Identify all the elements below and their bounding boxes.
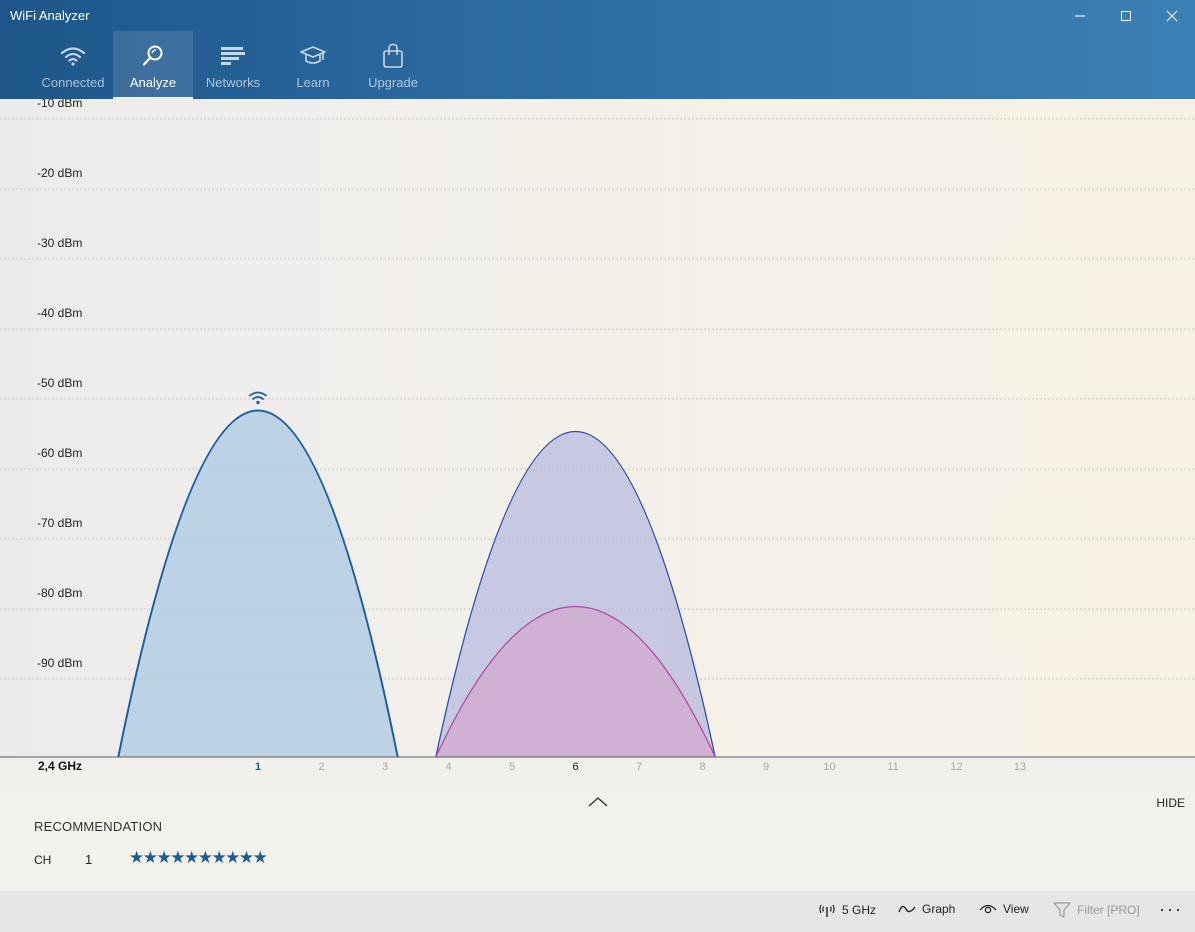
tab-label: Connected: [41, 75, 105, 90]
graph-label: Graph: [922, 902, 956, 916]
x-tick-label: 3: [382, 761, 388, 773]
y-tick-label: -80 dBm: [37, 586, 82, 600]
x-tick-label: 9: [763, 761, 769, 773]
tab-label: Networks: [205, 75, 261, 90]
recommendation-star-rating: ★★★★★★★★★★: [129, 848, 268, 867]
eye-icon: [979, 902, 997, 916]
minimize-button[interactable]: [1057, 0, 1103, 32]
close-button[interactable]: [1149, 0, 1195, 32]
recommendation-panel: HIDE RECOMMENDATION CH 1 ★★★★★★★★★★: [0, 789, 1195, 891]
x-tick-label: 5: [509, 761, 515, 773]
y-tick-label: -60 dBm: [37, 446, 82, 460]
x-tick-label: 13: [1014, 761, 1026, 773]
x-tick-label: 12: [950, 761, 962, 773]
tab-label: Analyze: [129, 75, 177, 90]
hide-button[interactable]: HIDE: [1156, 796, 1185, 810]
graph-button[interactable]: Graph: [898, 902, 955, 916]
magnifier-icon: [140, 43, 166, 69]
tab-upgrade[interactable]: Upgrade: [353, 31, 433, 99]
x-tick-label: 8: [699, 761, 705, 773]
filter-button[interactable]: Filter [PRO]: [1053, 902, 1140, 918]
connected-wifi-icon: [249, 391, 267, 405]
funnel-icon: [1053, 902, 1071, 918]
command-bar: 5 GHz Graph View Filter [PRO] ···: [0, 891, 1195, 932]
tab-analyze[interactable]: Analyze: [113, 31, 193, 99]
channel-graph-svg: -10 dBm -20 dBm -30 dBm -40 dBm -50 dBm -60 d…: [0, 99, 1195, 789]
y-tick-label: -30 dBm: [37, 236, 82, 250]
more-button[interactable]: ···: [1159, 899, 1183, 920]
antenna-icon: [818, 902, 836, 918]
x-tick-label: 4: [445, 761, 451, 773]
y-tick-label: -40 dBm: [37, 306, 82, 320]
x-tick-label: 6: [572, 761, 578, 773]
tab-networks[interactable]: Networks: [193, 31, 273, 99]
shopping-bag-icon: [380, 43, 406, 69]
tab-label: Upgrade: [368, 75, 418, 90]
filter-label: Filter [PRO]: [1077, 903, 1140, 917]
graduation-cap-icon: [300, 43, 326, 69]
list-icon: [220, 43, 246, 69]
collapse-button[interactable]: [586, 793, 610, 809]
x-tick-label: 2: [318, 761, 324, 773]
view-label: View: [1003, 902, 1029, 916]
wifi-arc: [249, 391, 267, 397]
x-tick-label: 10: [823, 761, 835, 773]
y-tick-label: -50 dBm: [37, 376, 82, 390]
close-icon: [1166, 10, 1178, 22]
maximize-button[interactable]: [1103, 0, 1149, 32]
y-tick-label: -70 dBm: [37, 516, 82, 530]
x-tick-label: 1: [255, 761, 261, 773]
title-bar: WiFi Analyzer Connected Analyze Networks…: [0, 0, 1195, 99]
recommendation-title: RECOMMENDATION: [34, 819, 163, 834]
tab-connected[interactable]: Connected: [33, 31, 113, 99]
wave-icon: [898, 902, 916, 916]
minimize-icon: [1075, 15, 1085, 17]
maximize-icon: [1121, 11, 1131, 21]
chevron-up-icon: [588, 797, 608, 807]
recommendation-channel-value: 1: [85, 852, 93, 867]
wifi-icon: [60, 43, 86, 69]
tab-label: Learn: [296, 75, 330, 90]
band-toggle-label: 5 GHz: [842, 903, 877, 917]
band-label: 2,4 GHz: [38, 759, 82, 773]
main-nav: Connected Analyze Networks Learn Upgrade: [33, 31, 433, 99]
y-tick-label: -20 dBm: [37, 166, 82, 180]
y-tick-label: -10 dBm: [37, 99, 82, 110]
y-tick-label: -90 dBm: [37, 656, 82, 670]
window-controls: [1057, 0, 1195, 32]
app-title: WiFi Analyzer: [10, 8, 90, 23]
x-tick-label: 7: [636, 761, 642, 773]
x-tick-label: 11: [887, 761, 898, 773]
recommendation-channel-label: CH: [34, 853, 52, 867]
wifi-dot: [256, 400, 260, 405]
tab-learn[interactable]: Learn: [273, 31, 353, 99]
view-button[interactable]: View: [979, 902, 1029, 916]
channel-graph: -10 dBm -20 dBm -30 dBm -40 dBm -50 dBm -60 d…: [0, 99, 1195, 789]
band-toggle-button[interactable]: 5 GHz: [818, 902, 876, 918]
